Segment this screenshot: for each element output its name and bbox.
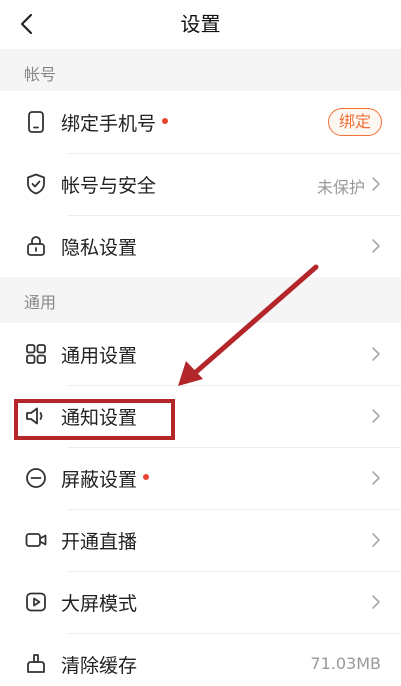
chevron-right-icon	[372, 177, 380, 191]
divider	[68, 215, 401, 216]
divider	[68, 385, 401, 386]
chevron-right-icon	[372, 347, 380, 361]
broom-icon	[27, 654, 45, 673]
notification-dot	[143, 474, 150, 480]
settings-row-live[interactable]: 开通直播	[0, 509, 401, 571]
section-header-account: 帐号	[0, 49, 401, 91]
divider	[68, 153, 401, 154]
minus-circle-icon	[26, 468, 46, 488]
chevron-right-icon	[372, 239, 380, 253]
row-label: 大屏模式	[61, 593, 138, 615]
chevron-right-icon	[372, 471, 380, 485]
cache-size: 71.03MB	[310, 654, 381, 673]
speaker-icon	[26, 407, 43, 425]
chevron-right-icon	[372, 533, 380, 547]
row-label: 通用设置	[61, 345, 138, 367]
chevron-right-icon	[372, 409, 380, 423]
settings-row-cache[interactable]: 清除缓存 71.03MB	[0, 633, 401, 686]
row-label: 帐号与安全	[61, 175, 157, 197]
settings-row-account-security[interactable]: 帐号与安全 未保护	[0, 153, 401, 215]
grid-icon	[26, 344, 46, 364]
settings-row-general[interactable]: 通用设置	[0, 323, 401, 385]
notification-dot	[162, 118, 169, 124]
lock-icon	[27, 236, 45, 256]
settings-row-bind-phone[interactable]: 绑定手机号 绑定	[0, 91, 401, 153]
row-label: 隐私设置	[61, 237, 138, 259]
section-header-general: 通用	[0, 277, 401, 319]
section-title: 通用	[24, 293, 57, 312]
header-bar: 设置	[0, 0, 401, 49]
row-label: 开通直播	[61, 531, 138, 553]
divider	[68, 509, 401, 510]
bind-phone-button[interactable]: 绑定	[328, 108, 382, 136]
row-label: 清除缓存	[61, 655, 138, 677]
section-title: 帐号	[24, 65, 57, 84]
play-square-icon	[26, 592, 46, 612]
divider	[68, 447, 401, 448]
page-title: 设置	[180, 12, 221, 36]
shield-check-icon	[27, 173, 45, 195]
video-camera-icon	[25, 533, 47, 547]
settings-row-block[interactable]: 屏蔽设置	[0, 447, 401, 509]
settings-row-privacy[interactable]: 隐私设置	[0, 215, 401, 277]
row-label: 通知设置	[61, 407, 138, 429]
divider	[68, 633, 401, 634]
settings-row-bigscreen[interactable]: 大屏模式	[0, 571, 401, 633]
divider	[68, 571, 401, 572]
phone-icon	[28, 111, 44, 133]
security-status: 未保护	[316, 178, 365, 197]
settings-row-notification[interactable]: 通知设置	[0, 385, 401, 447]
chevron-right-icon	[372, 595, 380, 609]
row-label: 屏蔽设置	[61, 465, 150, 492]
row-label: 绑定手机号	[61, 109, 169, 136]
